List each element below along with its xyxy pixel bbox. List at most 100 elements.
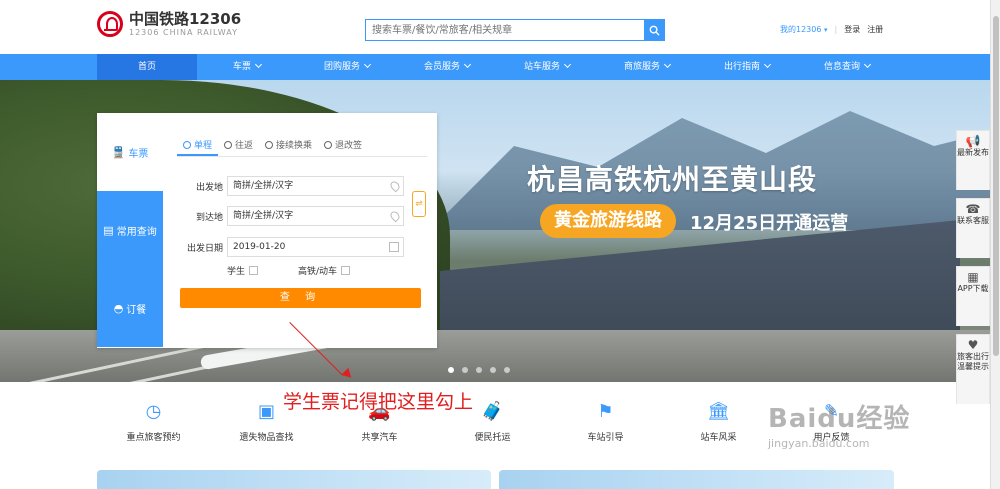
date-label: 出发日期 — [186, 243, 223, 254]
carousel-dot[interactable] — [476, 367, 482, 373]
logo-subtitle: 12306 CHINA RAILWAY — [129, 28, 238, 37]
nav-item-tickets[interactable]: 车票 — [197, 54, 297, 80]
chevron-down-icon — [563, 60, 572, 69]
to-input[interactable]: 简拼/全拼/汉字 — [227, 206, 404, 226]
nav-item-guide[interactable]: 出行指南 — [697, 54, 797, 80]
promo-card[interactable] — [499, 470, 894, 489]
side-tab-meal[interactable]: ◓ 订餐 — [97, 269, 163, 347]
top-links: 我的12306 ▾ | 登录 注册 — [780, 24, 883, 35]
my-12306-link[interactable]: 我的12306 ▾ — [780, 24, 828, 35]
tab-refund-change[interactable]: 退改签 — [318, 137, 368, 156]
radio-icon — [224, 141, 233, 149]
signpost-icon: ⚑ — [597, 401, 614, 422]
page-scrollbar[interactable] — [990, 0, 1000, 489]
chevron-down-icon — [254, 60, 263, 69]
service-lost-found[interactable]: ▣ 遗失物品查找 — [210, 400, 323, 443]
tab-round-trip[interactable]: 往返 — [218, 137, 259, 156]
chevron-down-icon — [863, 60, 872, 69]
scrollbar-thumb[interactable] — [993, 16, 999, 356]
chevron-down-icon — [763, 60, 772, 69]
carousel-dot[interactable] — [504, 367, 510, 373]
service-station-showcase[interactable]: 🏛 站车风采 — [662, 400, 775, 443]
logo[interactable]: 中国铁路12306 12306 CHINA RAILWAY — [97, 10, 241, 38]
radio-icon — [265, 141, 274, 149]
person-clock-icon: ◷ — [145, 401, 162, 422]
car-icon: 🚗 — [368, 401, 391, 422]
float-latest-news[interactable]: 📢 最新发布 — [956, 130, 990, 190]
date-input[interactable]: 2019-01-20 — [227, 237, 404, 257]
main-nav: 首页 车票 团购服务 会员服务 站车服务 商旅服务 出行指南 信息查询 — [0, 54, 990, 80]
nav-item-business[interactable]: 商旅服务 — [597, 54, 697, 80]
qrcode-icon: ▦ — [967, 270, 979, 284]
float-app-download[interactable]: ▦ APP下载 — [956, 266, 990, 326]
banner-pill: 黄金旅游线路 — [540, 204, 676, 238]
from-label: 出发地 — [195, 182, 223, 193]
chevron-down-icon — [663, 60, 672, 69]
highspeed-option[interactable]: 高铁/动车 — [298, 264, 351, 277]
service-shared-car[interactable]: 🚗 共享汽车 — [323, 400, 436, 443]
carousel-dots — [448, 367, 510, 373]
side-tab-common-query[interactable]: ▤ 常用查询 — [97, 191, 163, 269]
nav-item-home[interactable]: 首页 — [97, 54, 197, 80]
document-icon: ▤ — [103, 223, 114, 237]
date-row: 出发日期 2019-01-20 — [177, 237, 404, 257]
to-label: 到达地 — [195, 212, 223, 223]
nav-item-group[interactable]: 团购服务 — [297, 54, 397, 80]
carousel-dot[interactable] — [448, 367, 454, 373]
train-icon: 🚆 — [111, 145, 126, 159]
megaphone-icon: 📢 — [965, 134, 981, 148]
chevron-down-icon — [363, 60, 372, 69]
location-pin-icon — [388, 209, 402, 223]
logo-title: 中国铁路12306 — [129, 10, 242, 28]
from-input[interactable]: 简拼/全拼/汉字 — [227, 176, 404, 196]
nav-item-info[interactable]: 信息查询 — [797, 54, 897, 80]
chevron-down-icon — [463, 60, 472, 69]
login-link[interactable]: 登录 — [844, 24, 860, 35]
search-icon — [649, 25, 660, 36]
swap-stations-button[interactable]: ⇌ — [412, 191, 426, 217]
radio-icon — [324, 141, 333, 149]
booking-side-tabs: 🚆 车票 ▤ 常用查询 ◓ 订餐 — [97, 113, 163, 348]
page: 中国铁路12306 12306 CHINA RAILWAY 我的12306 ▾ … — [0, 0, 1000, 489]
from-row: 出发地 简拼/全拼/汉字 — [177, 176, 404, 196]
carousel-dot[interactable] — [490, 367, 496, 373]
ticket-options: 学生 高铁/动车 — [227, 264, 351, 277]
promo-card[interactable] — [97, 470, 491, 489]
tab-one-way[interactable]: 单程 — [177, 137, 219, 156]
service-station-guide[interactable]: ⚑ 车站引导 — [549, 400, 662, 443]
carousel-dot[interactable] — [462, 367, 468, 373]
baidu-watermark: Baidu经验 jingyan.baidu.com — [768, 404, 911, 450]
divider: | — [834, 25, 838, 34]
nav-item-member[interactable]: 会员服务 — [397, 54, 497, 80]
dish-icon: ◓ — [113, 301, 124, 315]
student-option[interactable]: 学生 — [227, 264, 259, 277]
search-button[interactable] — [644, 20, 664, 40]
search-input[interactable] — [366, 20, 644, 40]
side-tab-tickets[interactable]: 🚆 车票 — [97, 113, 163, 191]
student-checkbox[interactable] — [249, 266, 259, 275]
promo-cards — [97, 470, 897, 489]
location-pin-icon — [388, 179, 402, 193]
booking-panel: 🚆 车票 ▤ 常用查询 ◓ 订餐 单程 往返 接续换乘 退改签 出发地 简拼/全拼/汉… — [97, 113, 437, 348]
nav-item-station[interactable]: 站车服务 — [497, 54, 597, 80]
ticket-form: 单程 往返 接续换乘 退改签 出发地 简拼/全拼/汉字 到达地 简拼/全拼/汉字… — [177, 113, 427, 277]
headset-icon: ☎ — [965, 202, 981, 216]
float-travel-tips[interactable]: ♥ 旅客出行温馨提示 — [956, 334, 990, 404]
heart-hand-icon: ♥ — [967, 338, 979, 352]
radio-icon — [183, 141, 191, 149]
railway-logo-icon — [97, 11, 123, 37]
to-row: 到达地 简拼/全拼/汉字 — [177, 206, 404, 226]
search-box — [365, 19, 665, 41]
floating-sidebar: 📢 最新发布 ☎ 联系客服 ▦ APP下载 ♥ 旅客出行温馨提示 — [956, 130, 990, 412]
highspeed-checkbox[interactable] — [341, 266, 351, 275]
register-link[interactable]: 注册 — [867, 24, 883, 35]
building-icon: 🏛 — [707, 401, 730, 422]
box-icon: ▣ — [257, 401, 275, 422]
luggage-icon: 🧳 — [481, 401, 504, 422]
tab-transfer[interactable]: 接续换乘 — [259, 137, 318, 156]
service-key-passenger[interactable]: ◷ 重点旅客预约 — [97, 400, 210, 443]
float-contact-service[interactable]: ☎ 联系客服 — [956, 198, 990, 258]
trip-type-tabs: 单程 往返 接续换乘 退改签 — [177, 137, 427, 157]
service-consignment[interactable]: 🧳 便民托运 — [436, 400, 549, 443]
query-button[interactable]: 查 询 — [180, 288, 421, 308]
